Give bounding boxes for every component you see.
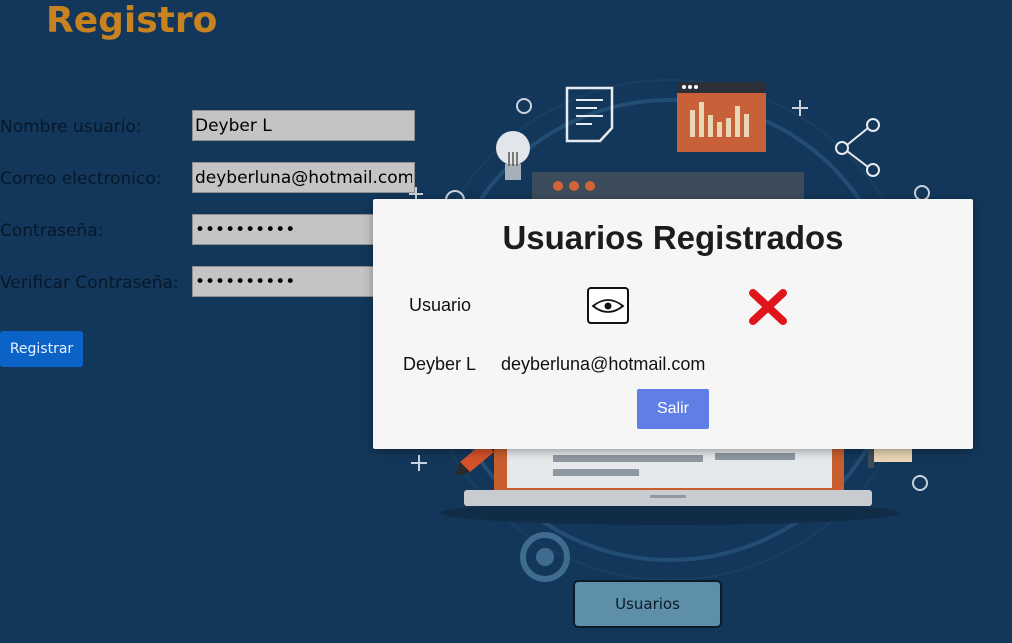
- delete-x-icon[interactable]: [747, 287, 789, 331]
- user-row-name: Deyber L: [403, 354, 477, 374]
- eye-icon[interactable]: [587, 287, 629, 324]
- verify-password-label: Verificar Contraseña:: [0, 273, 179, 293]
- users-button[interactable]: Usuarios: [573, 580, 722, 628]
- user-column-header: Usuario: [409, 295, 472, 315]
- registered-users-modal: Usuarios Registrados Usuario Deyber L de…: [373, 199, 973, 449]
- modal-title: Usuarios Registrados: [502, 219, 844, 256]
- password-label: Contraseña:: [0, 221, 104, 241]
- exit-button[interactable]: Salir: [637, 389, 709, 429]
- page-title: Registro: [46, 0, 218, 41]
- username-input[interactable]: [192, 110, 415, 141]
- username-label: Nombre usuario:: [0, 117, 142, 137]
- email-input[interactable]: [192, 162, 415, 193]
- email-label: Correo electronico:: [0, 169, 162, 189]
- user-row-email: deyberluna@hotmail.com: [501, 354, 706, 374]
- register-button[interactable]: Registrar: [0, 331, 83, 367]
